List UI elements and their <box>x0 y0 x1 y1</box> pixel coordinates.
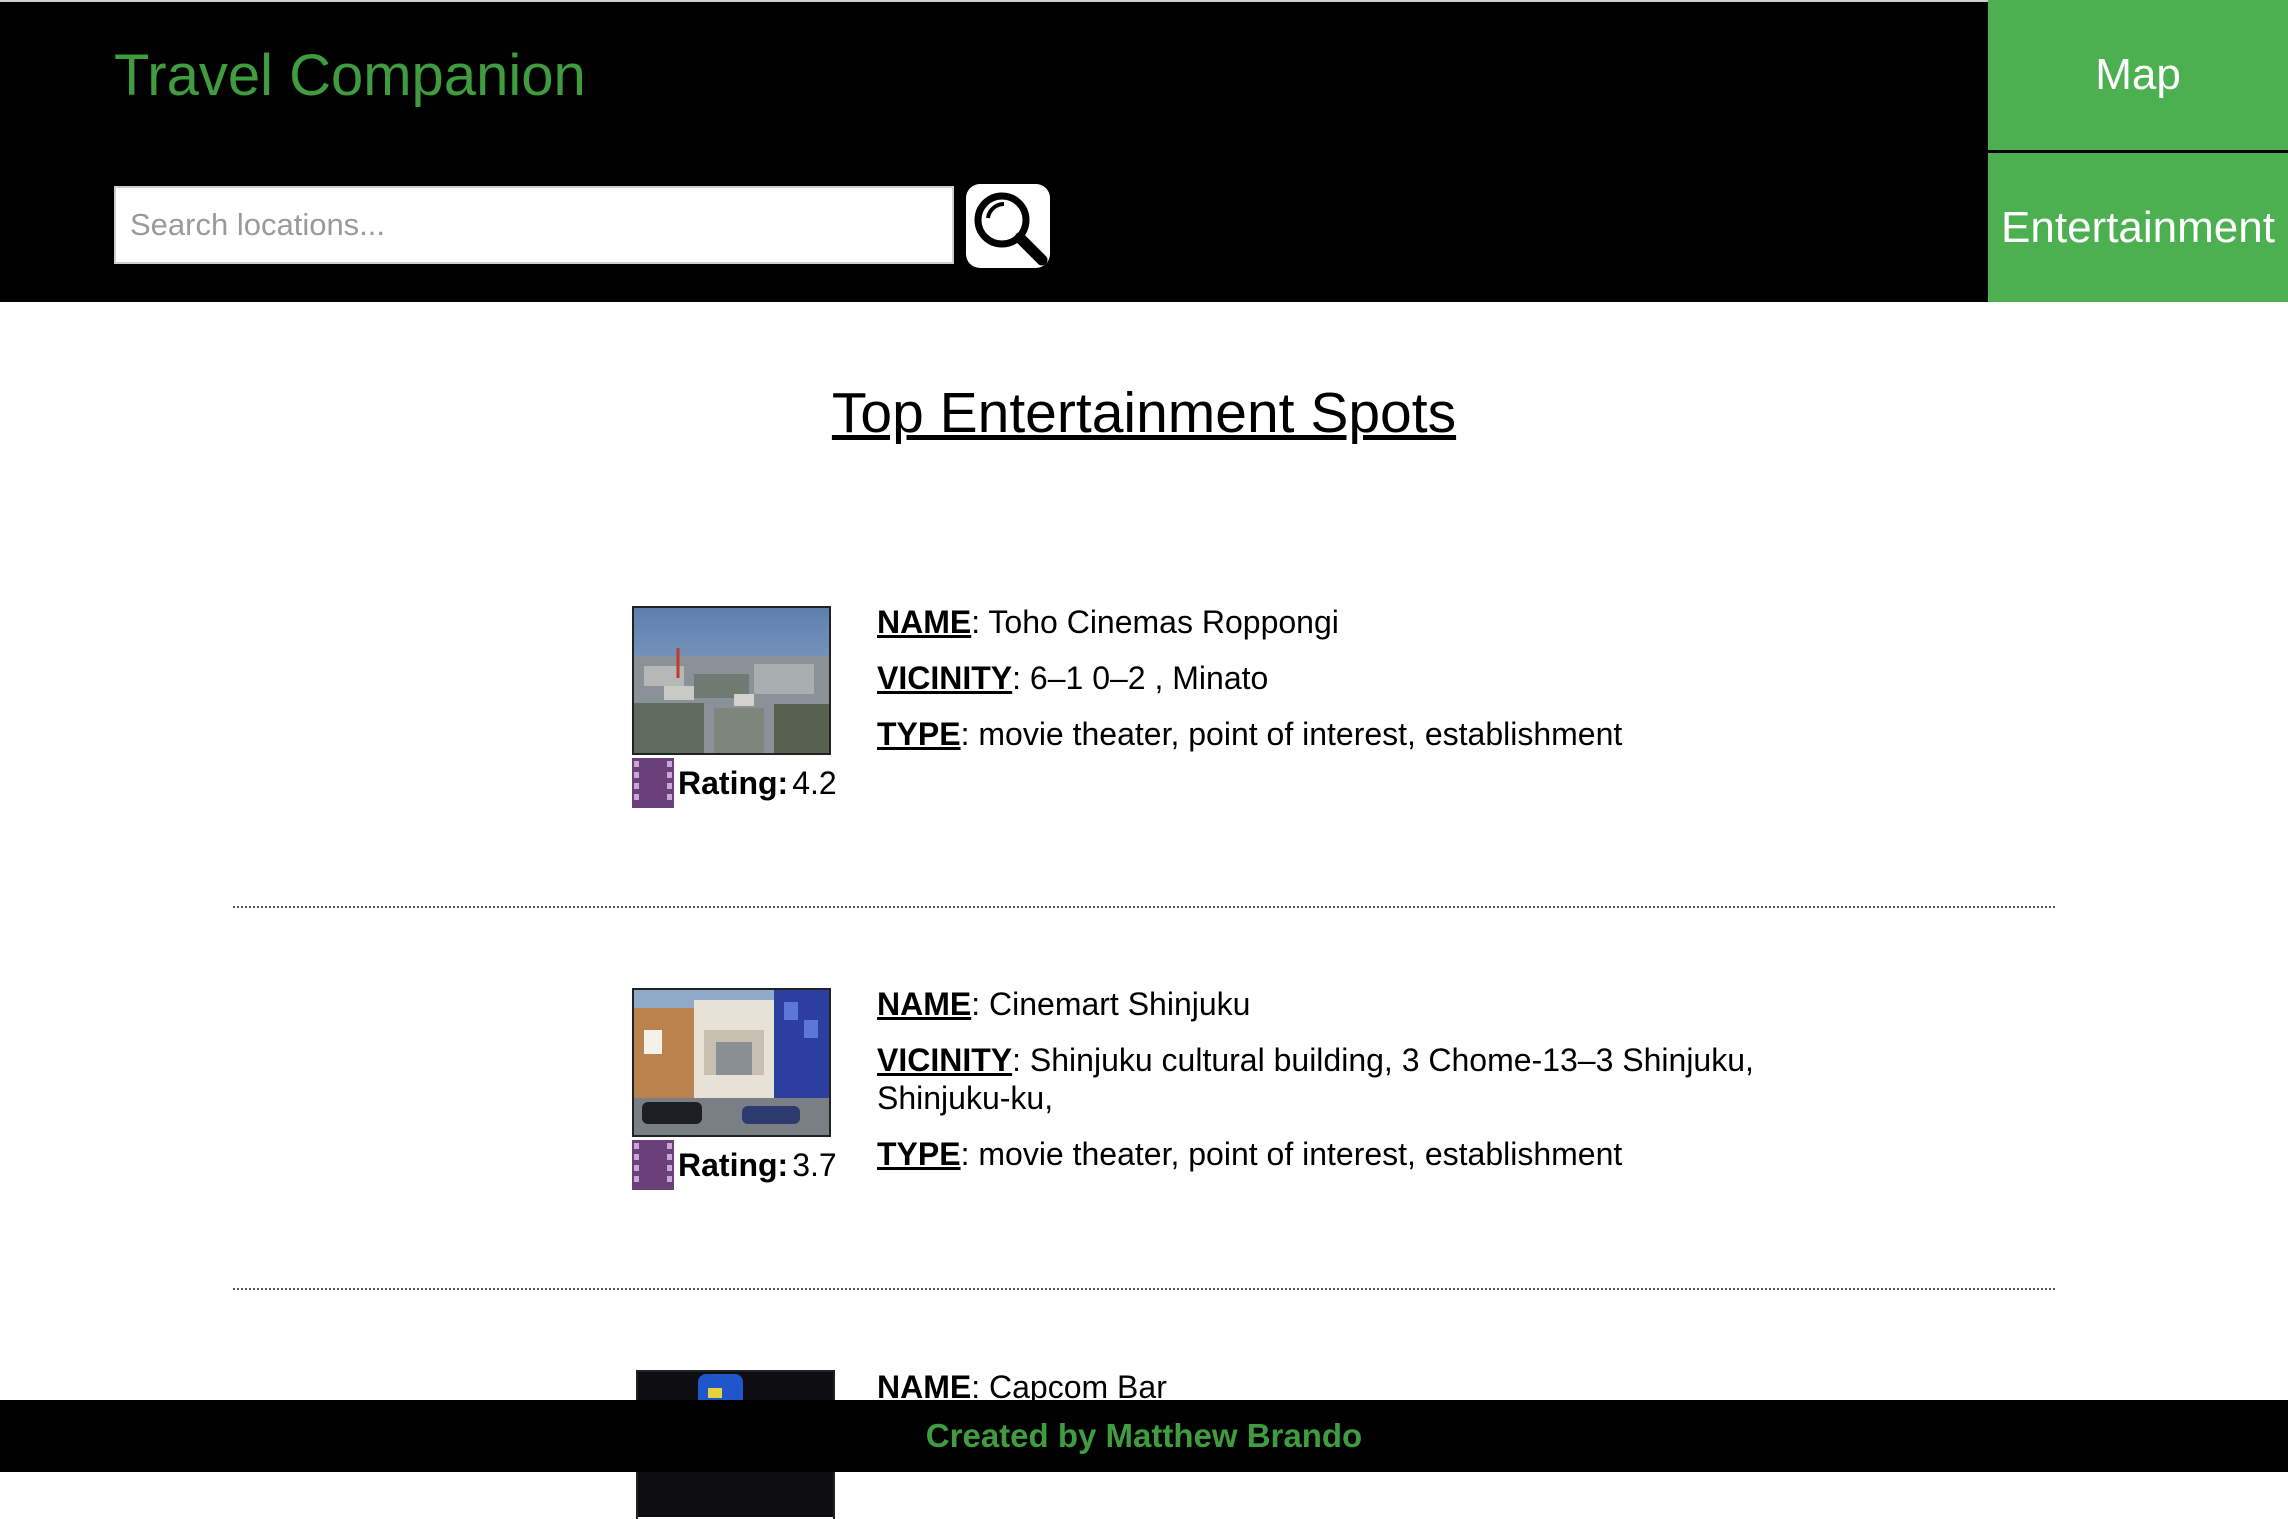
type-line: TYPE: movie theater, point of interest, … <box>877 716 1623 752</box>
header-top-border <box>0 0 2288 2</box>
name-line: NAME: Toho Cinemas Roppongi <box>877 604 1339 640</box>
type-value: movie theater, point of interest, establ… <box>978 1136 1623 1172</box>
vicinity-value: 6–1 0–2 , Minato <box>1029 660 1269 696</box>
name-key: NAME <box>877 604 972 640</box>
type-value: movie theater, point of interest, establ… <box>978 716 1623 752</box>
divider <box>233 1288 2055 1290</box>
place-details: NAME: Cinemart Shinjuku VICINITY: Shinju… <box>877 985 1797 1191</box>
divider <box>233 906 2055 908</box>
rating-value: 3.7 <box>792 1146 837 1183</box>
search-input[interactable] <box>114 186 954 264</box>
vicinity-key: VICINITY <box>877 1042 1013 1078</box>
type-key: TYPE <box>877 716 961 752</box>
thumbnail-city-skyline <box>632 606 831 755</box>
film-strip-icon <box>632 758 674 808</box>
name-line: NAME: Cinemart Shinjuku <box>877 986 1251 1022</box>
app-title[interactable]: Travel Companion <box>114 40 586 112</box>
place-details: NAME: Toho Cinemas Roppongi VICINITY: 6–… <box>877 603 1777 771</box>
vicinity-line: VICINITY: 6–1 0–2 , Minato <box>877 660 1269 696</box>
nav-map-button[interactable]: Map <box>1988 0 2288 150</box>
film-strip-icon <box>632 1140 674 1190</box>
rating: Rating: 4.2 <box>632 758 837 808</box>
thumbnail-street-building <box>632 988 831 1137</box>
name-key: NAME <box>877 986 972 1022</box>
name-value: Toho Cinemas Roppongi <box>988 604 1339 640</box>
rating: Rating: 3.7 <box>632 1140 837 1190</box>
type-key: TYPE <box>877 1136 961 1172</box>
name-value: Cinemart Shinjuku <box>989 986 1251 1022</box>
magnifier-icon <box>974 192 1048 266</box>
footer: Created by Matthew Brando <box>0 1400 2288 1472</box>
nav-entertainment-button[interactable]: Entertainment <box>1988 153 2288 302</box>
search-button[interactable] <box>966 184 1050 268</box>
rating-value: 4.2 <box>792 764 837 801</box>
vicinity-line: VICINITY: Shinjuku cultural building, 3 … <box>877 1042 1754 1116</box>
type-line: TYPE: movie theater, point of interest, … <box>877 1136 1623 1172</box>
page-title: Top Entertainment Spots <box>831 381 1457 445</box>
rating-label: Rating: <box>678 764 789 801</box>
footer-credit: Created by Matthew Brando <box>925 1417 1363 1454</box>
vicinity-key: VICINITY <box>877 660 1013 696</box>
header: Travel Companion Map Entertainment <box>0 0 2288 302</box>
rating-label: Rating: <box>678 1146 789 1183</box>
